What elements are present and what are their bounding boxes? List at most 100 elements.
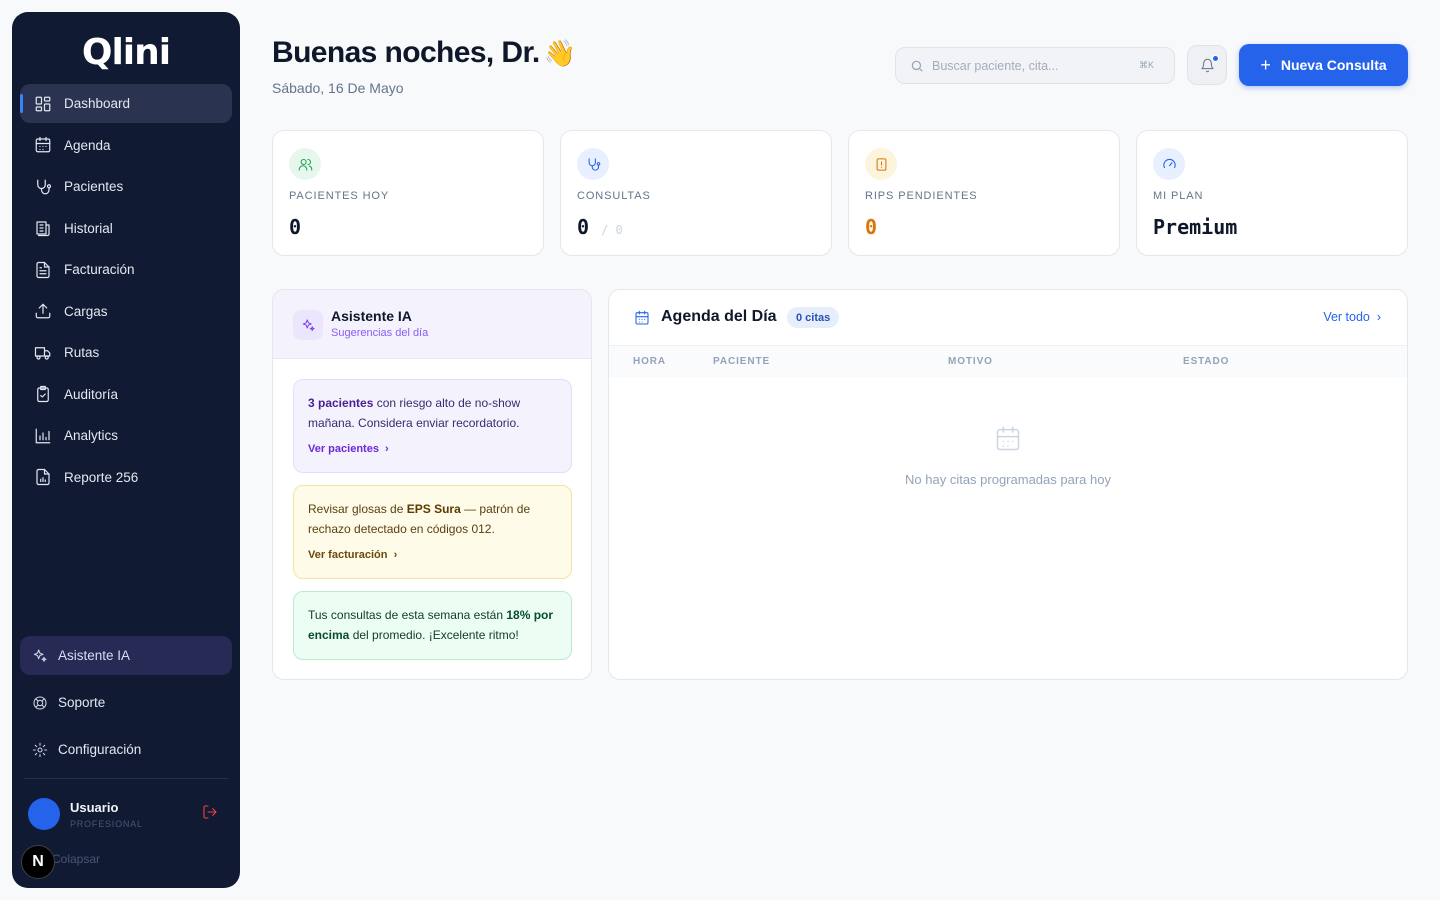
search-shortcut: ⌘K — [1138, 60, 1154, 70]
current-date: Sábado, 16 De Mayo — [272, 80, 404, 96]
sidebar-item-dashboard[interactable]: Dashboard — [20, 84, 232, 123]
logo-text: Qlini — [81, 32, 171, 73]
ai-panel-title: Asistente IA — [331, 308, 412, 324]
sidebar-item-label: Configuración — [58, 742, 142, 757]
sidebar-item-pacientes[interactable]: Pacientes — [20, 167, 232, 206]
ai-assistant-panel: Asistente IA Sugerencias del día 3 pacie… — [272, 289, 592, 680]
empty-state-text: No hay citas programadas para hoy — [905, 472, 1111, 487]
suggestion-pre: Revisar glosas de — [308, 502, 407, 516]
sidebar-item-asistente-ia[interactable]: Asistente IA — [20, 636, 232, 675]
sidebar-item-historial[interactable]: Historial — [20, 209, 232, 248]
ver-todo-link[interactable]: Ver todo › — [1323, 310, 1381, 324]
dashboard-icon — [35, 96, 51, 111]
sidebar-nav: Dashboard Agenda Pacientes Historial Fac… — [20, 84, 232, 499]
greeting-text: Buenas noches, Dr. — [272, 36, 540, 69]
logout-button[interactable] — [202, 804, 218, 820]
stat-value-wrap: 0 / 0 — [577, 215, 623, 239]
sidebar-item-label: Cargas — [64, 303, 108, 319]
notifications-button[interactable] — [1187, 45, 1227, 85]
suggestion-text: Revisar glosas de EPS Sura — patrón de r… — [308, 500, 557, 539]
chevron-right-icon: › — [390, 549, 398, 561]
user-profile[interactable]: Usuario PROFESIONAL — [28, 798, 143, 830]
sidebar-item-reporte-256[interactable]: Reporte 256 — [20, 458, 232, 497]
stat-card-mi-plan[interactable]: MI PLAN Premium — [1136, 130, 1408, 256]
sparkles-icon — [293, 310, 323, 340]
sidebar-item-rutas[interactable]: Rutas — [20, 333, 232, 372]
history-icon — [36, 221, 50, 237]
sidebar-item-soporte[interactable]: Soporte — [20, 683, 232, 722]
clipboard-check-icon — [37, 385, 49, 403]
page-title: Buenas noches, Dr. 👋 — [272, 36, 576, 70]
sidebar-item-cargas[interactable]: Cargas — [20, 292, 232, 331]
app-logo[interactable]: Qlini — [12, 32, 240, 73]
stat-card-consultas[interactable]: CONSULTAS 0 / 0 — [560, 130, 832, 256]
sparkles-icon — [33, 648, 47, 662]
collapse-button[interactable]: Colapsar — [52, 852, 100, 866]
suggestion-card-glosas: Revisar glosas de EPS Sura — patrón de r… — [293, 485, 572, 579]
stat-label: PACIENTES HOY — [289, 190, 390, 202]
search-input[interactable] — [932, 58, 1132, 73]
ver-pacientes-link[interactable]: Ver pacientes › — [308, 440, 557, 460]
sidebar-item-auditoria[interactable]: Auditoría — [20, 375, 232, 414]
empty-state: No hay citas programadas para hoy — [609, 425, 1407, 487]
suggestion-strong: EPS Sura — [406, 502, 461, 516]
bar-chart-icon — [35, 428, 51, 443]
stat-card-pacientes-hoy[interactable]: PACIENTES HOY 0 — [272, 130, 544, 256]
sidebar-item-label: Dashboard — [64, 96, 131, 111]
agenda-panel: Agenda del Día 0 citas Ver todo › HORA P… — [608, 289, 1408, 680]
framework-badge[interactable]: N — [21, 845, 55, 879]
plus-icon: + — [1260, 54, 1271, 75]
sidebar-item-analytics[interactable]: Analytics — [20, 416, 232, 455]
ver-facturacion-link[interactable]: Ver facturación › — [308, 546, 557, 566]
citas-count-badge: 0 citas — [787, 307, 840, 328]
sidebar-item-label: Asistente IA — [58, 648, 131, 663]
column-header-estado[interactable]: ESTADO — [1183, 356, 1229, 367]
stat-value: Premium — [1153, 215, 1238, 239]
ai-panel-subtitle: Sugerencias del día — [331, 327, 429, 339]
lifebuoy-icon — [33, 695, 47, 710]
suggestion-text: 3 pacientes con riesgo alto de no-show m… — [308, 394, 557, 433]
avatar — [28, 798, 60, 830]
sidebar-item-label: Rutas — [64, 345, 100, 360]
suggestion-card-rendimiento: Tus consultas de esta semana están 18% p… — [293, 591, 572, 660]
stat-label: MI PLAN — [1153, 190, 1204, 202]
gear-icon — [32, 742, 48, 757]
calendar-empty-icon — [996, 426, 1020, 451]
stat-card-rips-pendientes[interactable]: RIPS PENDIENTES 0 — [848, 130, 1120, 256]
sidebar-item-label: Historial — [64, 220, 113, 236]
stat-value: 0 — [577, 215, 590, 239]
logout-icon — [203, 805, 217, 819]
sidebar-item-label: Auditoría — [64, 386, 119, 402]
new-consultation-button[interactable]: + Nueva Consulta — [1239, 44, 1408, 86]
notification-dot — [1212, 55, 1219, 62]
calendar-icon — [635, 310, 649, 325]
wave-emoji: 👋 — [543, 38, 576, 68]
link-label: Ver todo — [1323, 310, 1370, 324]
agenda-table-header: HORA PACIENTE MOTIVO ESTADO — [609, 346, 1407, 377]
sidebar-divider — [24, 778, 228, 779]
agenda-title: Agenda del Día — [661, 308, 777, 325]
sidebar-item-facturacion[interactable]: Facturación — [20, 250, 232, 289]
truck-icon — [34, 346, 51, 360]
stat-label: CONSULTAS — [577, 190, 651, 202]
sidebar-item-label: Facturación — [64, 262, 135, 277]
stat-value: 0 — [289, 215, 302, 239]
sidebar-item-label: Agenda — [64, 137, 111, 153]
suggestion-pre: Tus consultas de esta semana están — [308, 608, 507, 622]
chevron-right-icon: › — [382, 443, 389, 455]
search-bar[interactable]: ⌘K — [895, 47, 1175, 84]
stat-value: 0 — [865, 215, 878, 239]
sidebar-item-agenda[interactable]: Agenda — [20, 126, 232, 165]
search-icon — [911, 60, 923, 72]
column-header-motivo[interactable]: MOTIVO — [948, 356, 993, 367]
suggestion-text: Tus consultas de esta semana están 18% p… — [308, 606, 557, 645]
sidebar-item-label: Analytics — [64, 428, 119, 443]
user-name: Usuario — [70, 799, 119, 815]
invoice-icon — [36, 261, 50, 278]
suggestion-card-no-show: 3 pacientes con riesgo alto de no-show m… — [293, 379, 572, 473]
link-label: Ver facturación — [308, 549, 388, 561]
sidebar-item-configuracion[interactable]: Configuración — [20, 730, 232, 769]
stethoscope-icon — [37, 179, 52, 194]
column-header-hora[interactable]: HORA — [633, 356, 666, 367]
column-header-paciente[interactable]: PACIENTE — [713, 356, 770, 367]
